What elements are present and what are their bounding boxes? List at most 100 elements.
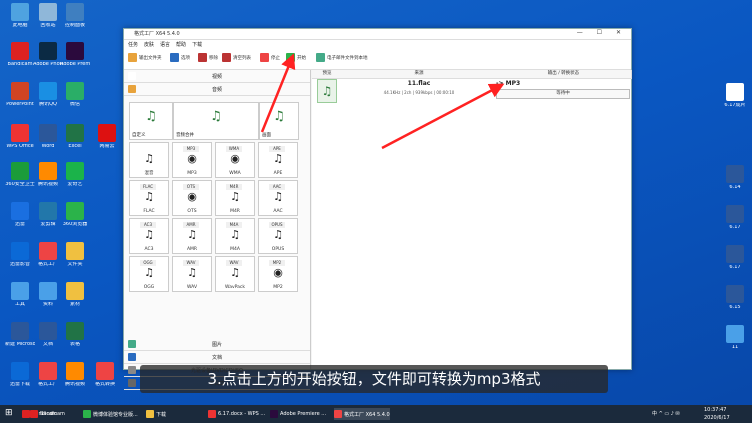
format-tile[interactable]: WAV ♫ WAV: [172, 256, 212, 292]
column-header[interactable]: 来源: [342, 70, 497, 79]
format-tile[interactable]: OTS ◉ OTS: [172, 180, 212, 216]
desktop-icon[interactable]: 迅雷: [5, 202, 35, 228]
desktop-icon[interactable]: 6.15: [720, 285, 750, 311]
desktop-icon[interactable]: 6.17: [720, 245, 750, 271]
desktop-icon[interactable]: 网易云: [92, 124, 122, 150]
desktop-icon[interactable]: 工具: [5, 282, 35, 308]
taskbar-app[interactable]: 微博体验馆专业版...: [83, 408, 138, 420]
desktop-icon[interactable]: Bandicam: [5, 42, 35, 68]
category-header[interactable]: 音频: [124, 83, 310, 96]
start-button[interactable]: ⊞: [5, 408, 13, 418]
title-bar[interactable]: 格式工厂 X64 5.4.0 — ☐ ✕: [124, 29, 631, 40]
desktop-icon[interactable]: WPS Office: [5, 124, 35, 150]
toolbar-button[interactable]: 电子邮件文件到本地: [316, 53, 368, 62]
desktop-icon[interactable]: 爱奇艺: [60, 162, 90, 188]
desktop-icon[interactable]: 6.14: [720, 165, 750, 191]
function-tile[interactable]: ♫ 画面: [259, 102, 299, 140]
toolbar-button[interactable]: 移除: [198, 53, 218, 62]
taskbar-app[interactable]: Bandicam: [30, 408, 65, 420]
toolbar-label: 开始: [297, 55, 306, 61]
category-header[interactable]: 图片: [124, 338, 310, 351]
desktop-icon[interactable]: 腾讯QQ: [33, 82, 63, 108]
menu-item[interactable]: 语言: [160, 41, 170, 48]
taskbar-app[interactable]: 6.17.docx - WPS ...: [208, 408, 265, 420]
format-tile[interactable]: M4R ♫ M4R: [215, 180, 255, 216]
format-tile[interactable]: FLAC ♫ FLAC: [129, 180, 169, 216]
desktop-icon[interactable]: 新建 Microsoft...: [5, 322, 35, 348]
desktop-icon[interactable]: 素材: [60, 282, 90, 308]
desktop-icon[interactable]: 表格: [60, 322, 90, 348]
format-tile[interactable]: OPUS ♫ OPUS: [258, 218, 298, 254]
format-tile[interactable]: APE ♫ APE: [258, 142, 298, 178]
toolbar-button[interactable]: 清空列表: [222, 53, 251, 62]
format-icon: ♫: [273, 152, 283, 165]
menu-item[interactable]: 下载: [192, 41, 202, 48]
system-tray[interactable]: 中 ^ ▭ ♪ ✉: [652, 410, 680, 417]
category-label: 音频: [211, 86, 222, 93]
desktop-icon[interactable]: Word: [33, 124, 63, 150]
desktop-icon[interactable]: 6.17成片: [720, 83, 750, 109]
desktop-icon[interactable]: 文件夹: [60, 242, 90, 268]
desktop-icon[interactable]: 360安全卫士: [5, 162, 35, 188]
desktop-icon[interactable]: 迅雷影音: [5, 242, 35, 268]
toolbar-button[interactable]: 选项: [170, 53, 190, 62]
format-tile[interactable]: AAC ♫ AAC: [258, 180, 298, 216]
app-icon: [66, 362, 84, 380]
toolbar-button[interactable]: 停止: [260, 53, 280, 62]
desktop-icon[interactable]: Adobe Photosh...: [33, 42, 63, 68]
format-tile[interactable]: WMA ◉ WMA: [215, 142, 255, 178]
desktop-icon[interactable]: 资料: [33, 282, 63, 308]
menu-item[interactable]: 任务: [128, 41, 138, 48]
desktop-icon[interactable]: 此电脑: [5, 3, 35, 29]
format-factory-window[interactable]: 格式工厂 X64 5.4.0 — ☐ ✕ 任务 皮肤 语言 帮助 下载 输出文件夹 选项 移…: [123, 28, 632, 390]
desktop-icon-label: 微信: [69, 102, 80, 107]
desktop-icon[interactable]: 文档: [33, 322, 63, 348]
desktop-icon[interactable]: 格式工厂: [33, 242, 63, 268]
app-icon: [726, 205, 744, 223]
clock-date[interactable]: 2020/6/17: [704, 415, 730, 421]
format-tile[interactable]: AMR ♫ AMR: [172, 218, 212, 254]
format-tile[interactable]: M4A ♫ M4A: [215, 218, 255, 254]
desktop-icon[interactable]: 回收站: [33, 3, 63, 29]
desktop-icon[interactable]: Excel: [60, 124, 90, 150]
column-header[interactable]: 输出 / 转换状态: [496, 70, 632, 79]
desktop-icon[interactable]: 腾讯视频: [33, 162, 63, 188]
desktop-icon[interactable]: 微信: [60, 82, 90, 108]
format-tile[interactable]: ♫ 混音: [129, 142, 169, 178]
category-header[interactable]: 文档: [124, 351, 310, 364]
clock-time[interactable]: 10:37:47: [704, 407, 726, 413]
function-tile[interactable]: ♫ 自定义: [129, 102, 173, 140]
format-tile[interactable]: OGG ♫ OGG: [129, 256, 169, 292]
column-header[interactable]: 预览: [312, 70, 343, 79]
desktop-icon[interactable]: 11: [720, 325, 750, 351]
desktop-icon[interactable]: 格式转换: [90, 362, 120, 388]
menu-item[interactable]: 帮助: [176, 41, 186, 48]
taskbar-app[interactable]: Adobe Premiere ...: [270, 408, 326, 420]
app-icon: [66, 42, 84, 60]
desktop-icon[interactable]: 格式工厂: [33, 362, 63, 388]
desktop-icon[interactable]: 360浏览器: [60, 202, 90, 228]
tile-label: 自定义: [132, 133, 146, 138]
taskbar-app[interactable]: 下载: [146, 408, 166, 420]
desktop-icon[interactable]: 迅雷下载: [5, 362, 35, 388]
desktop-icon[interactable]: 爱剪辑: [33, 202, 63, 228]
desktop-icon[interactable]: 控制面板: [60, 3, 90, 29]
format-tile[interactable]: MP2 ◉ MP2: [258, 256, 298, 292]
desktop-icon[interactable]: PowerPoint: [5, 82, 35, 108]
window-controls[interactable]: — ☐ ✕: [577, 29, 627, 36]
format-tile[interactable]: MP3 ◉ MP3: [172, 142, 212, 178]
desktop-icon[interactable]: Adobe Premie...: [60, 42, 90, 68]
task-row[interactable]: ♫ 11.flac 44.1KHz | 2ch | 939kbps | 00:0…: [312, 79, 631, 103]
desktop-icon[interactable]: 6.17: [720, 205, 750, 231]
format-icon: ◉: [187, 152, 197, 165]
format-tile[interactable]: WAV ♫ WavPack: [215, 256, 255, 292]
function-tile[interactable]: ♫ 音频合并: [173, 102, 259, 140]
app-icon: [11, 3, 29, 21]
menu-item[interactable]: 皮肤: [144, 41, 154, 48]
taskbar-app[interactable]: 格式工厂 X64 5.4.0: [334, 408, 390, 420]
format-tile[interactable]: AC3 ♫ AC3: [129, 218, 169, 254]
toolbar-button[interactable]: 开始: [286, 53, 306, 62]
desktop-icon[interactable]: 腾讯视频: [60, 362, 90, 388]
category-header[interactable]: 视频: [124, 70, 310, 83]
toolbar-button[interactable]: 输出文件夹: [128, 53, 162, 62]
